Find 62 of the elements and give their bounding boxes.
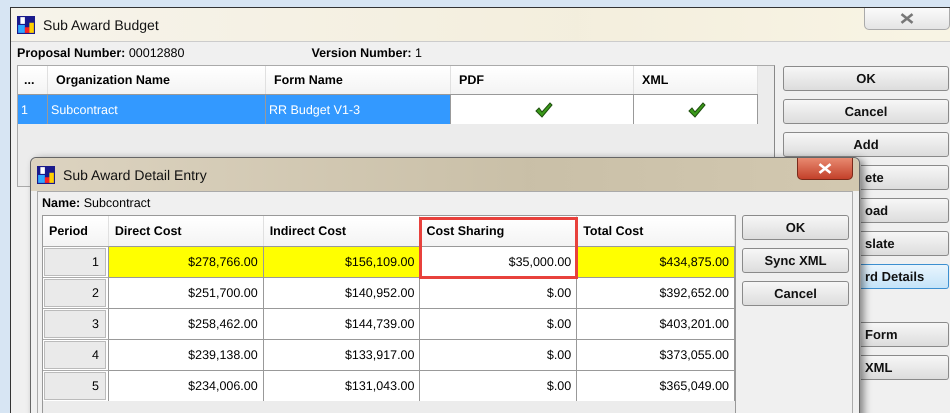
period-cell: 1 (44, 248, 106, 276)
dialog-button[interactable]: oad (861, 198, 949, 223)
table-cell[interactable]: $.00 (420, 308, 578, 339)
close-button[interactable] (797, 158, 853, 180)
period-cell: 5 (44, 372, 106, 400)
proposal-number: Proposal Number: 00012880 (17, 46, 184, 62)
dialog-button[interactable]: slate (861, 231, 949, 256)
name-label: Name: Subcontract (42, 196, 150, 210)
dialog-button[interactable]: Form (861, 322, 949, 347)
checkmark-icon (688, 102, 706, 118)
table-cell[interactable]: $35,000.00 (420, 246, 578, 277)
table-cell: 1 (18, 94, 48, 124)
close-button[interactable] (864, 8, 950, 30)
column-header: Form Name (266, 66, 451, 94)
table-cell: Subcontract (48, 94, 266, 124)
table-cell[interactable]: $373,055.00 (577, 339, 735, 370)
dialog-button[interactable]: OK (742, 215, 849, 240)
column-header: Organization Name (48, 66, 266, 94)
table-cell[interactable]: $278,766.00 (108, 246, 264, 277)
table-cell[interactable]: $365,049.00 (577, 370, 735, 401)
table-cell[interactable]: $434,875.00 (577, 246, 735, 277)
table-cell[interactable]: $258,462.00 (108, 308, 264, 339)
column-header: Total Cost (577, 216, 735, 246)
dialog-button[interactable]: XML (861, 355, 949, 380)
period-cell: 3 (44, 310, 106, 338)
app-icon (17, 16, 35, 34)
table-cell[interactable]: $144,739.00 (264, 308, 420, 339)
table-cell[interactable]: $403,201.00 (577, 308, 735, 339)
period-cell: 2 (44, 279, 106, 307)
dialog-button[interactable]: Cancel (742, 281, 849, 306)
dialog-button[interactable]: OK (783, 66, 949, 91)
version-number: Version Number: 1 (311, 46, 422, 62)
period-cell: 4 (44, 341, 106, 369)
close-icon (900, 13, 914, 24)
app-icon (37, 166, 55, 184)
table-cell[interactable]: $251,700.00 (108, 277, 264, 308)
table-cell[interactable]: $131,043.00 (264, 370, 420, 401)
table-cell[interactable]: $234,006.00 (108, 370, 264, 401)
column-header: Direct Cost (108, 216, 264, 246)
column-header: Period (43, 216, 109, 246)
table-cell[interactable]: $.00 (420, 277, 578, 308)
window-title: Sub Award Detail Entry (63, 166, 207, 182)
column-header: XML (634, 66, 758, 94)
window-title: Sub Award Budget (43, 16, 159, 32)
dialog-button[interactable]: ete (861, 165, 949, 190)
table-cell[interactable]: $133,917.00 (264, 339, 420, 370)
table-cell[interactable]: $392,652.00 (577, 277, 735, 308)
dialog-button[interactable]: Sync XML (742, 248, 849, 273)
dialog-button[interactable]: rd Details (861, 264, 949, 289)
dialog-button[interactable]: Cancel (783, 99, 949, 124)
column-header: PDF (451, 66, 634, 94)
close-icon (818, 163, 832, 174)
table-cell: RR Budget V1-3 (266, 94, 451, 124)
table-cell[interactable]: $239,138.00 (108, 339, 264, 370)
checkmark-icon (534, 102, 552, 118)
dialog-button[interactable]: Add (783, 132, 949, 157)
column-header: Indirect Cost (264, 216, 420, 246)
table-cell[interactable]: $156,109.00 (264, 246, 420, 277)
column-header: ... (18, 66, 48, 94)
table-cell[interactable]: $.00 (420, 339, 578, 370)
table-cell[interactable]: $.00 (420, 370, 578, 401)
table-cell[interactable]: $140,952.00 (264, 277, 420, 308)
